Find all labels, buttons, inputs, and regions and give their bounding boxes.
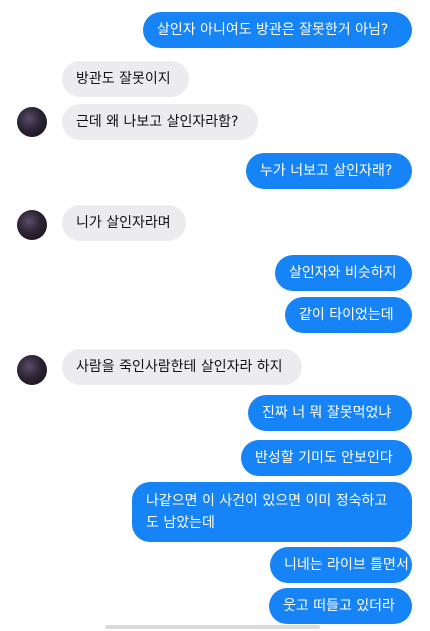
scroll-indicator: [105, 625, 320, 629]
outgoing-message[interactable]: 누가 너보고 살인자래?: [246, 153, 412, 189]
outgoing-message[interactable]: 같이 타이었는데: [285, 297, 412, 333]
contact-avatar[interactable]: [17, 355, 47, 385]
outgoing-message[interactable]: 니네는 라이브 틀면서: [270, 547, 412, 583]
contact-avatar[interactable]: [17, 210, 47, 240]
outgoing-message[interactable]: 살인자와 비슷하지: [275, 255, 412, 291]
incoming-message[interactable]: 니가 살인자라며: [62, 205, 186, 241]
outgoing-message[interactable]: 반성할 기미도 안보인다: [241, 440, 412, 476]
outgoing-message[interactable]: 나같으면 이 사건이 있으면 이미 정숙하고 도 남았는데: [132, 482, 412, 542]
incoming-message[interactable]: 사람을 죽인사람한테 살인자라 하지: [62, 349, 302, 385]
incoming-message[interactable]: 방관도 잘못이지: [62, 61, 189, 97]
outgoing-message[interactable]: 진짜 너 뭐 잘못먹었냐: [248, 395, 412, 431]
outgoing-message[interactable]: 살인자 아니여도 방관은 잘못한거 아님?: [143, 12, 412, 48]
outgoing-message[interactable]: 웃고 떠들고 있더라: [269, 588, 412, 624]
chat-thread: 살인자 아니여도 방관은 잘못한거 아님? 방관도 잘못이지 근데 왜 나보고 …: [0, 0, 430, 631]
incoming-message[interactable]: 근데 왜 나보고 살인자라함?: [62, 104, 258, 140]
contact-avatar[interactable]: [17, 107, 47, 137]
